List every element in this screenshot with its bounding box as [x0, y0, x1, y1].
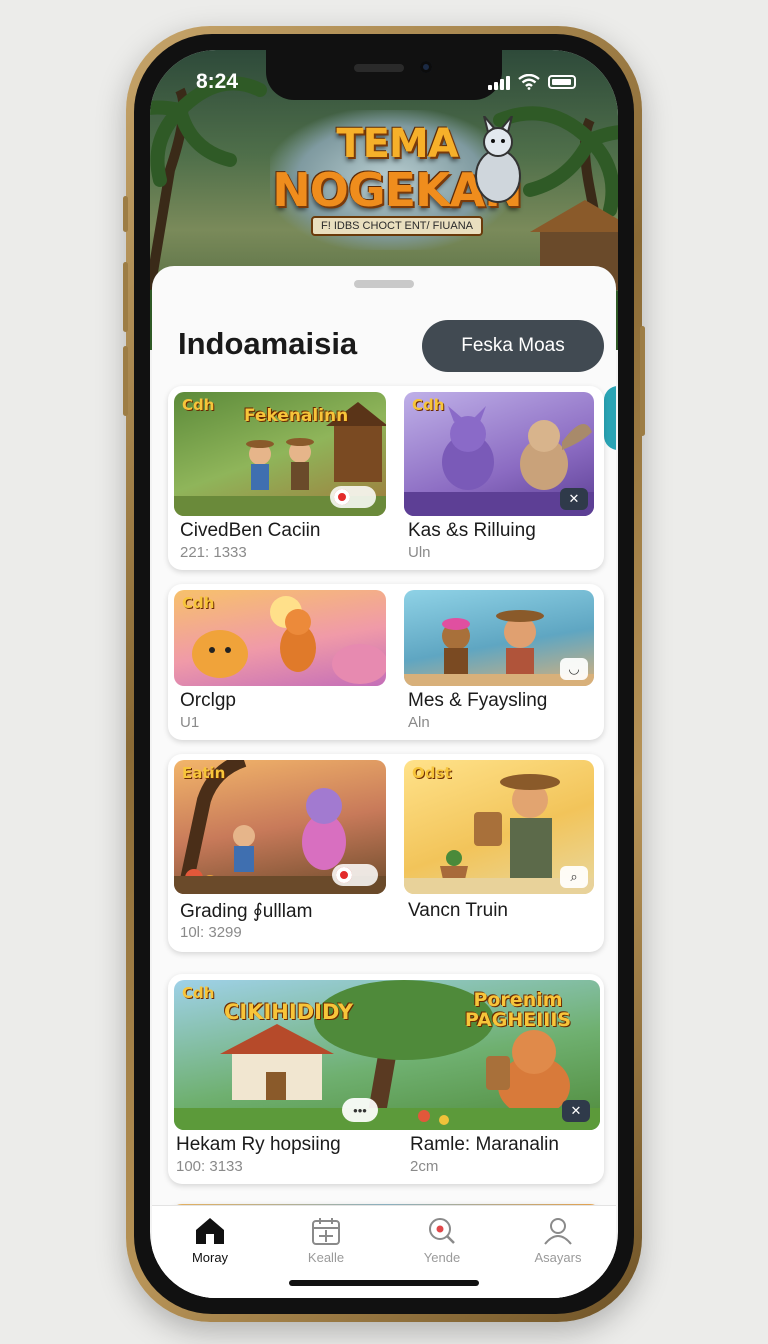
- card-thumbnail: Odst ⌕: [404, 760, 594, 894]
- card-tag: Odst: [412, 764, 452, 782]
- card-banner: Fekenalinn: [244, 406, 349, 426]
- header-action-button[interactable]: Feska Moas: [422, 320, 604, 372]
- sheet-drag-handle[interactable]: [354, 280, 414, 288]
- card-meta: 10l: 3299: [180, 924, 242, 941]
- card-title[interactable]: Hekam Ry hopsiing: [176, 1134, 341, 1156]
- card-thumbnail: Cdh Fekenalinn: [174, 392, 386, 516]
- calendar-icon: [312, 1218, 340, 1245]
- banner-tag: Cdh: [182, 984, 215, 1002]
- mascot-icon: [475, 116, 521, 203]
- featured-banner-thumbnail[interactable]: Cdh CIKIHIDIDY Porenim PAGHEIIIS ••• ✕: [174, 980, 600, 1130]
- card-tag: Cdh: [182, 396, 215, 414]
- banner-title-right: Porenim PAGHEIIIS: [464, 989, 572, 1031]
- card-row: Eatin Grading ∮ulllam 10l: 3299 Odst ⌕ V…: [168, 754, 604, 952]
- content-sheet: Indoamaisia Feska Moas Cdh Fekenalinn Ci…: [152, 266, 616, 1298]
- card-row: Cdh Fekenalinn CivedBen Caciin 221: 1333: [168, 386, 604, 570]
- tab-profile-label: Asayars: [534, 1250, 582, 1265]
- card-thumbnail: ◡: [404, 590, 594, 686]
- power-button: [640, 326, 645, 436]
- logo-subtitle: F! IDBS CHOCT ENT/ FIUANA: [311, 216, 483, 236]
- card-meta: Uln: [408, 544, 431, 561]
- card-thumbnail: Cdh ✕: [404, 392, 594, 516]
- card-title: CivedBen Caciin: [180, 520, 321, 541]
- card-title[interactable]: Ramle: Maranalin: [410, 1134, 559, 1156]
- tab-search-label: Yende: [423, 1250, 461, 1265]
- card-title: Kas &s Rilluing: [408, 520, 536, 541]
- page-title: Indoamaisia: [178, 326, 358, 361]
- volume-up-button: [123, 262, 128, 332]
- card-meta: 100: 3133: [176, 1158, 243, 1175]
- timer-icon[interactable]: ⌕: [560, 866, 588, 888]
- game-card[interactable]: Eatin Grading ∮ulllam 10l: 3299: [168, 754, 386, 952]
- close-icon[interactable]: ✕: [560, 488, 588, 510]
- home-indicator[interactable]: [289, 1280, 479, 1286]
- tab-profile[interactable]: Asayars: [500, 1206, 616, 1298]
- bottom-tab-bar: Moray Kealle Yende Asayars: [152, 1205, 616, 1298]
- phone-bezel: TEMA NOGEKAN F! IDBS CHOCT ENT/ FIUANA 8…: [134, 34, 634, 1314]
- card-tag: Eatin: [182, 764, 226, 782]
- status-icons: [488, 74, 576, 90]
- phone-frame: TEMA NOGEKAN F! IDBS CHOCT ENT/ FIUANA 8…: [123, 26, 645, 1322]
- card-meta: 221: 1333: [180, 544, 247, 561]
- game-card[interactable]: Cdh ✕ Kas &s Rilluing Uln: [404, 386, 604, 570]
- game-card[interactable]: Cdh Orclgp U1: [168, 584, 386, 740]
- card-tag: Cdh: [412, 396, 445, 414]
- close-icon[interactable]: ✕: [562, 1100, 590, 1122]
- game-card[interactable]: ◡ Mes & Fyaysling Aln: [404, 584, 604, 740]
- card-title: Vancn Truin: [408, 900, 508, 921]
- battery-icon: [548, 75, 576, 89]
- card-meta: U1: [180, 714, 200, 731]
- banner-title-left: CIKIHIDIDY: [224, 1000, 354, 1024]
- more-options-icon[interactable]: •••: [342, 1098, 378, 1122]
- edge-peek-element: [604, 386, 616, 450]
- card-meta: 2cm: [410, 1158, 439, 1175]
- card-thumbnail: Eatin: [174, 760, 386, 894]
- card-title: Grading ∮ulllam: [180, 901, 313, 922]
- status-bar: 8:24: [150, 70, 618, 100]
- record-badge[interactable]: [332, 864, 378, 886]
- card-row: Cdh CIKIHIDIDY Porenim PAGHEIIIS ••• ✕ H…: [168, 974, 604, 1184]
- volume-down-button: [123, 346, 128, 416]
- status-time: 8:24: [196, 70, 239, 93]
- mute-switch: [123, 196, 128, 232]
- app-logo: TEMA NOGEKAN F! IDBS CHOCT ENT/ FIUANA: [272, 116, 523, 258]
- cellular-signal-icon: [488, 74, 510, 90]
- card-thumbnail: Cdh: [174, 590, 386, 686]
- record-badge[interactable]: [330, 486, 376, 508]
- card-row: Cdh Orclgp U1 ◡ Mes & Fyaysling Aln: [168, 584, 604, 740]
- game-card[interactable]: Cdh Fekenalinn CivedBen Caciin 221: 1333: [168, 386, 386, 570]
- home-icon: [196, 1218, 224, 1244]
- card-title: Mes & Fyaysling: [408, 690, 548, 711]
- profile-icon: [544, 1218, 572, 1245]
- screen: TEMA NOGEKAN F! IDBS CHOCT ENT/ FIUANA 8…: [150, 50, 618, 1298]
- game-card[interactable]: Odst ⌕ Vancn Truin: [404, 754, 604, 952]
- search-icon: [429, 1218, 455, 1244]
- tab-calendar-label: Kealle: [307, 1250, 345, 1265]
- card-meta: Aln: [408, 714, 430, 731]
- card-title: Orclgp: [180, 690, 236, 711]
- tab-home[interactable]: Moray: [152, 1206, 268, 1298]
- bowl-icon[interactable]: ◡: [560, 658, 588, 680]
- tab-home-label: Moray: [191, 1250, 229, 1265]
- wifi-icon: [518, 74, 540, 90]
- card-tag: Cdh: [182, 594, 215, 612]
